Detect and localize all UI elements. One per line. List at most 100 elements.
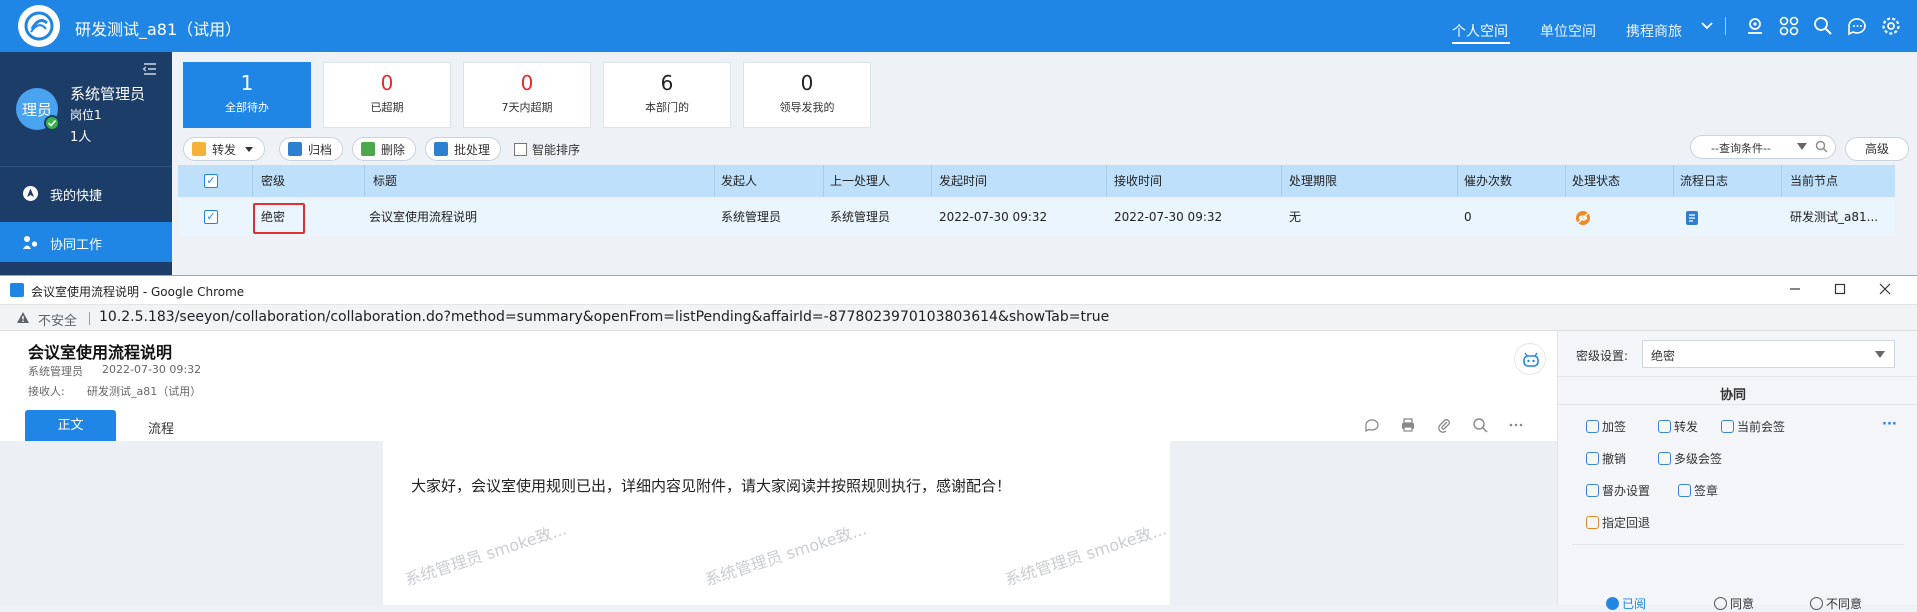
forward-button[interactable]: 转发 xyxy=(183,137,266,161)
section-title: 协同 xyxy=(1720,388,1747,403)
cell-deadline: 无 xyxy=(1289,210,1302,224)
query-condition-select[interactable]: --查询条件-- xyxy=(1690,135,1836,159)
location-icon[interactable] xyxy=(1744,15,1766,37)
chevron-down-icon[interactable] xyxy=(1700,18,1714,36)
online-check-icon xyxy=(44,115,60,131)
stat-card-all[interactable]: 1 全部待办 xyxy=(183,62,311,128)
stat-count: 0 xyxy=(800,71,814,95)
supervise-setting-button[interactable]: 督办设置 xyxy=(1586,482,1650,499)
specify-rollback-button[interactable]: 指定回退 xyxy=(1586,514,1650,531)
multilevel-icon xyxy=(1658,452,1671,465)
revoke-button[interactable]: 撤销 xyxy=(1586,450,1626,467)
action-label: 指定回退 xyxy=(1602,516,1651,530)
action-label: 签章 xyxy=(1694,484,1719,498)
url-text[interactable]: 10.2.5.183/seeyon/collaboration/collabor… xyxy=(99,309,1109,325)
current-countersign-button[interactable]: 当前会签 xyxy=(1721,418,1785,435)
archive-icon xyxy=(288,142,302,156)
select-all-checkbox[interactable]: ✓ xyxy=(204,174,218,188)
stat-card-7days[interactable]: 0 7天内超期 xyxy=(463,62,591,128)
batch-label: 批处理 xyxy=(454,142,491,157)
col-title[interactable]: 标题 xyxy=(373,165,397,197)
col-start-time[interactable]: 发起时间 xyxy=(939,165,987,197)
chrome-popup-window: 会议室使用流程说明 - Google Chrome 不安全 10.2.5.183… xyxy=(0,275,1917,611)
add-sign-button[interactable]: 加签 xyxy=(1586,418,1626,435)
zoom-search-icon[interactable] xyxy=(1472,417,1488,436)
secret-level-select[interactable]: 绝密 xyxy=(1642,340,1895,368)
flow-log-icon[interactable] xyxy=(1685,210,1699,229)
col-current-node[interactable]: 当前节点 xyxy=(1790,165,1838,197)
sidebar-item-collab[interactable]: 协同工作 xyxy=(0,222,172,262)
tab-flow[interactable]: 流程 xyxy=(148,418,174,437)
nav-personal-space[interactable]: 个人空间 xyxy=(1452,21,1508,41)
archive-button[interactable]: 归档 xyxy=(279,137,344,161)
people-icon xyxy=(22,234,39,254)
compass-icon xyxy=(22,185,39,205)
print-icon[interactable] xyxy=(1400,417,1416,436)
col-receive-time[interactable]: 接收时间 xyxy=(1114,165,1162,197)
forward-action-button[interactable]: 转发 xyxy=(1658,418,1698,435)
stat-count: 6 xyxy=(660,71,674,95)
nav-unit-space[interactable]: 单位空间 xyxy=(1540,21,1596,41)
receiver-value: 研发测试_a81（试用） xyxy=(87,385,202,398)
gear-icon[interactable] xyxy=(1880,15,1902,37)
stat-card-dept[interactable]: 6 本部门的 xyxy=(603,62,731,128)
stat-card-leader[interactable]: 0 领导发我的 xyxy=(743,62,871,128)
delete-button[interactable]: 删除 xyxy=(352,137,417,161)
window-title: 会议室使用流程说明 - Google Chrome xyxy=(31,285,245,299)
watermark: 系统管理员 smoke致... xyxy=(702,519,869,590)
col-sender[interactable]: 发起人 xyxy=(721,165,757,197)
active-tab-underline xyxy=(1452,42,1510,44)
col-flow-log[interactable]: 流程日志 xyxy=(1680,165,1728,197)
smart-sort-checkbox[interactable]: 智能排序 xyxy=(514,141,580,158)
more-icon[interactable] xyxy=(1508,417,1524,436)
maximize-icon[interactable] xyxy=(1832,281,1848,300)
cell-sender: 系统管理员 xyxy=(721,210,782,224)
cell-receive-time: 2022-07-30 09:32 xyxy=(1114,210,1223,224)
stat-count: 0 xyxy=(380,71,394,95)
comment-icon[interactable] xyxy=(1364,417,1380,436)
nav-ctrip[interactable]: 携程商旅 xyxy=(1626,21,1682,41)
col-secret[interactable]: 密级 xyxy=(261,165,285,197)
attachment-icon[interactable] xyxy=(1436,417,1452,436)
checkbox[interactable] xyxy=(514,143,527,156)
user-count: 1人 xyxy=(70,130,92,145)
countersign-icon xyxy=(1721,420,1734,433)
divider xyxy=(1558,404,1917,405)
sidebar-item-label: 我的快捷 xyxy=(50,189,103,204)
col-urge-count[interactable]: 催办次数 xyxy=(1464,165,1512,197)
stat-label: 已超期 xyxy=(370,101,404,114)
tab-body[interactable]: 正文 xyxy=(25,410,116,441)
search-icon[interactable] xyxy=(1812,15,1834,37)
robot-assistant-icon[interactable] xyxy=(1514,343,1546,375)
sidebar-item-label: 协同工作 xyxy=(50,238,103,253)
sidebar-item-quick[interactable]: 我的快捷 xyxy=(0,174,172,212)
cell-title[interactable]: 会议室使用流程说明 xyxy=(369,199,477,236)
status-eye-icon[interactable] xyxy=(1575,210,1591,229)
table-row[interactable]: ✓ 绝密 会议室使用流程说明 系统管理员 系统管理员 2022-07-30 09… xyxy=(178,199,1895,236)
search-icon[interactable] xyxy=(1815,140,1828,153)
stat-card-overdue[interactable]: 0 已超期 xyxy=(323,62,451,128)
doc-sender: 系统管理员 xyxy=(28,365,83,378)
action-label: 当前会签 xyxy=(1737,420,1786,434)
cell-urge-count: 0 xyxy=(1464,210,1472,224)
close-icon[interactable] xyxy=(1877,281,1893,300)
secret-level-value: 绝密 xyxy=(1651,349,1676,363)
row-checkbox[interactable]: ✓ xyxy=(204,210,218,224)
collapse-menu-icon[interactable] xyxy=(142,62,158,76)
batch-button[interactable]: 批处理 xyxy=(425,137,502,161)
archive-label: 归档 xyxy=(308,142,333,157)
smart-sort-label: 智能排序 xyxy=(532,143,581,157)
apps-icon[interactable] xyxy=(1778,15,1800,37)
divider xyxy=(1725,17,1726,35)
col-prev-handler[interactable]: 上一处理人 xyxy=(830,165,890,197)
advanced-button[interactable]: 高级 xyxy=(1845,137,1909,161)
more-icon[interactable]: ··· xyxy=(1882,417,1897,432)
col-deadline[interactable]: 处理期限 xyxy=(1289,165,1337,197)
address-bar[interactable]: 不安全 10.2.5.183/seeyon/collaboration/coll… xyxy=(0,305,1917,331)
rollback-icon xyxy=(1586,516,1599,529)
minimize-icon[interactable] xyxy=(1787,281,1803,300)
multilevel-countersign-button[interactable]: 多级会签 xyxy=(1658,450,1722,467)
message-icon[interactable] xyxy=(1846,15,1868,37)
signature-button[interactable]: 签章 xyxy=(1678,482,1718,499)
col-status[interactable]: 处理状态 xyxy=(1572,165,1620,197)
